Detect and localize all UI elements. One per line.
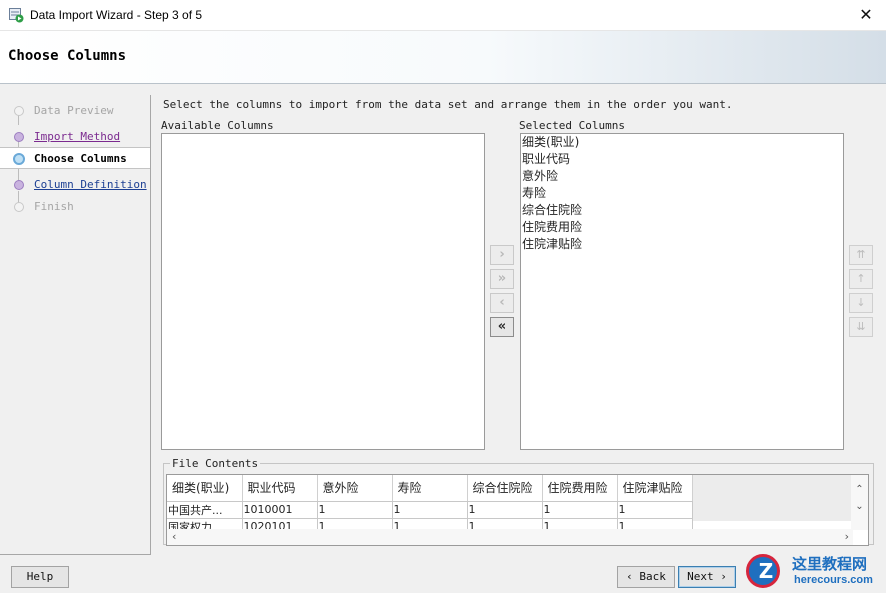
app-icon [9,8,24,23]
list-item[interactable]: 职业代码 [521,151,843,168]
column-header[interactable]: 综合住院险 [467,475,543,502]
step-label: Finish [34,200,74,213]
wizard-header: Choose Columns [0,31,886,84]
step-marker-icon [14,180,24,190]
table-cell[interactable]: 1010001 [242,501,318,519]
list-item[interactable]: 住院费用险 [521,219,843,236]
file-contents-table: 细类(职业) 职业代码 意外险 寿险 综合住院险 住院费用险 住院津贴险 中国共产... 10… [167,475,693,536]
list-item[interactable]: 寿险 [521,185,843,202]
step-label: Choose Columns [34,152,127,165]
selected-columns-list[interactable]: 细类(职业) 职业代码 意外险 寿险 综合住院险 住院费用险 住院津贴险 [520,133,844,450]
column-header[interactable]: 意外险 [317,475,393,502]
remove-selected-button[interactable]: ‹ [490,293,514,313]
next-button[interactable]: Next › [678,566,736,588]
step-choose-columns: Choose Columns [0,147,150,169]
watermark: Z 这里教程网 herecours.com [740,553,886,593]
table-cell[interactable]: 中国共产... [167,501,243,519]
selected-columns-label: Selected Columns [519,119,625,132]
chevron-left-icon: ‹ [499,295,505,310]
move-down-icon: ↓ [856,296,866,309]
move-to-top-button[interactable]: ⇈ [849,245,873,265]
double-chevron-left-icon: « [497,319,507,334]
column-header[interactable]: 寿险 [392,475,468,502]
list-item[interactable]: 住院津贴险 [521,236,843,253]
list-item[interactable]: 细类(职业) [521,134,843,151]
double-chevron-right-icon: » [497,271,507,286]
window-title: Data Import Wizard - Step 3 of 5 [30,8,203,22]
close-icon[interactable]: ✕ [852,2,880,28]
horizontal-scrollbar[interactable]: ‹ › [167,529,853,545]
step-data-preview: Data Preview [0,100,150,122]
step-label: Data Preview [34,104,114,117]
watermark-logo-letter: Z [758,559,774,583]
step-marker-icon [14,132,24,142]
table-cell[interactable]: 1 [392,501,468,519]
chevron-right-icon: › [499,247,505,262]
window-titlebar: Data Import Wizard - Step 3 of 5 ✕ [0,0,886,31]
step-marker-icon [14,106,24,116]
move-up-button[interactable]: ↑ [849,269,873,289]
step-marker-icon [13,153,25,165]
page-title: Choose Columns [8,48,127,64]
move-to-bottom-button[interactable]: ⇊ [849,317,873,337]
file-contents-grid[interactable]: 细类(职业) 职业代码 意外险 寿险 综合住院险 住院费用险 住院津贴险 中国共产... 10… [166,474,869,546]
column-header[interactable]: 住院津贴险 [617,475,693,502]
move-bottom-icon: ⇊ [856,320,866,333]
move-up-icon: ↑ [856,272,866,285]
list-item[interactable]: 意外险 [521,168,843,185]
move-top-icon: ⇈ [856,248,866,261]
table-cell[interactable]: 1 [542,501,618,519]
wizard-content: Select the columns to import from the da… [151,84,886,554]
instruction-text: Select the columns to import from the da… [163,98,733,111]
table-cell[interactable]: 1 [617,501,693,519]
add-selected-button[interactable]: › [490,245,514,265]
step-label[interactable]: Column Definition [34,178,147,191]
vertical-scrollbar[interactable]: ⌃ ⌄ [851,475,868,530]
available-columns-label: Available Columns [161,119,274,132]
step-marker-icon [14,202,24,212]
step-finish: Finish [0,196,150,218]
table-header-row: 细类(职业) 职业代码 意外险 寿险 综合住院险 住院费用险 住院津贴险 [167,475,693,502]
scroll-right-icon[interactable]: › [845,530,849,543]
back-button[interactable]: ‹ Back [617,566,675,588]
column-header[interactable]: 住院费用险 [542,475,618,502]
scroll-up-icon[interactable]: ⌃ [851,484,868,495]
available-columns-list[interactable] [161,133,485,450]
list-item[interactable]: 综合住院险 [521,202,843,219]
watermark-text: 这里教程网 [792,555,868,573]
table-row: 中国共产... 1010001 1 1 1 1 1 [167,501,693,519]
file-contents-label: File Contents [170,457,261,470]
column-header[interactable]: 细类(职业) [167,475,243,502]
column-header[interactable]: 职业代码 [242,475,318,502]
scroll-down-icon[interactable]: ⌄ [851,501,868,512]
wizard-steps: Data Preview Import Method Choose Column… [0,95,151,555]
step-column-definition[interactable]: Column Definition [0,174,150,196]
step-label[interactable]: Import Method [34,130,120,143]
table-cell[interactable]: 1 [317,501,393,519]
move-down-button[interactable]: ↓ [849,293,873,313]
table-cell[interactable]: 1 [467,501,543,519]
add-all-button[interactable]: » [490,269,514,289]
watermark-url: herecours.com [794,574,873,586]
remove-all-button[interactable]: « [490,317,514,337]
step-import-method[interactable]: Import Method [0,126,150,148]
watermark-logo-icon: Z [746,554,780,588]
help-button[interactable]: Help [11,566,69,588]
scroll-left-icon[interactable]: ‹ [172,530,176,543]
